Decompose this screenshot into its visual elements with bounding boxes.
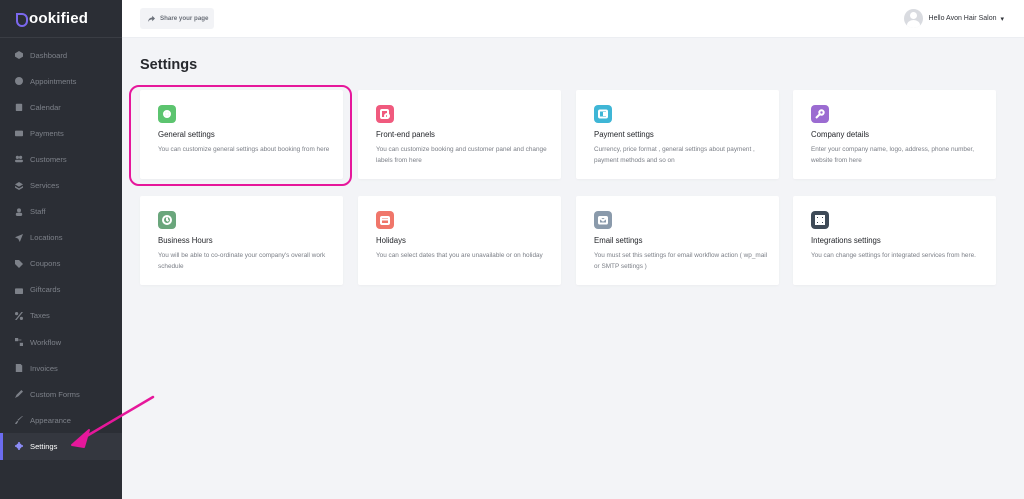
card-email-settings[interactable]: Email settings You must set this setting…	[576, 196, 779, 285]
user-icon	[15, 208, 23, 216]
sidebar-item-label: Giftcards	[30, 285, 61, 295]
sidebar-item-label: Appointments	[30, 76, 77, 86]
layers-icon	[15, 181, 23, 190]
mail-icon	[594, 211, 612, 229]
sidebar-item-appointments[interactable]: Appointments	[0, 68, 122, 94]
invoice-icon	[15, 364, 23, 373]
sidebar-item-settings[interactable]: Settings	[0, 433, 122, 460]
percent-icon	[15, 311, 23, 320]
sidebar-item-label: Payments	[30, 128, 64, 138]
card-business-hours[interactable]: Business Hours You will be able to co-or…	[140, 196, 343, 285]
location-arrow-icon	[15, 233, 23, 242]
sidebar: ookified Dashboard Appointments Calendar…	[0, 0, 122, 499]
card-description: Currency, price format , general setting…	[594, 146, 755, 164]
sidebar-item-workflow[interactable]: Workflow	[0, 329, 122, 355]
user-menu[interactable]: Hello Avon Hair Salon ▾	[903, 8, 1004, 29]
sidebar-item-label: Staff	[30, 207, 46, 217]
sidebar-item-label: Customers	[30, 154, 67, 164]
card-title: Email settings	[594, 236, 643, 245]
sidebar-item-label: Coupons	[30, 259, 61, 269]
card-description: You can change settings for integrated s…	[811, 252, 976, 259]
sidebar-item-appearance[interactable]: Appearance	[0, 407, 122, 433]
sidebar-item-label: Custom Forms	[30, 389, 80, 399]
sidebar-item-staff[interactable]: Staff	[0, 199, 122, 225]
card-title: Front-end panels	[376, 130, 435, 139]
users-icon	[15, 155, 23, 163]
chevron-down-icon: ▾	[1000, 15, 1004, 23]
page-title: Settings	[140, 57, 198, 73]
wallet-icon	[15, 129, 23, 137]
card-front-end-panels[interactable]: Front-end panels You can customize booki…	[358, 90, 561, 179]
sidebar-item-label: Services	[30, 181, 60, 191]
clock-icon	[158, 211, 176, 229]
calendar-icon	[15, 103, 23, 112]
sidebar-item-calendar[interactable]: Calendar	[0, 94, 122, 120]
sidebar-item-label: Dashboard	[30, 50, 68, 60]
sidebar-item-label: Workflow	[30, 337, 62, 347]
sidebar-item-label: Settings	[30, 441, 58, 451]
highlight-outline	[129, 85, 352, 186]
gear-icon	[15, 442, 23, 451]
brand-logo[interactable]: ookified	[0, 0, 122, 38]
card-title: Holidays	[376, 236, 406, 245]
card-description: You must set this settings for email wor…	[594, 252, 768, 270]
gift-icon	[15, 286, 23, 294]
wallet-icon	[594, 105, 612, 123]
sidebar-item-giftcards[interactable]: Giftcards	[0, 277, 122, 303]
sidebar-item-dashboard[interactable]: Dashboard	[0, 42, 122, 68]
card-integrations-settings[interactable]: Integrations settings You can change set…	[793, 196, 996, 285]
avatar	[903, 9, 923, 28]
sidebar-item-label: Invoices	[30, 363, 58, 373]
tag-icon	[15, 259, 23, 268]
sidebar-item-invoices[interactable]: Invoices	[0, 355, 122, 381]
card-description: You can select dates that you are unavai…	[376, 252, 543, 259]
card-description: You can customize booking and customer p…	[376, 146, 547, 164]
sidebar-item-label: Locations	[30, 233, 63, 243]
form-icon	[15, 390, 23, 399]
card-title: Integrations settings	[811, 236, 881, 245]
share-icon	[148, 15, 155, 22]
sidebar-item-payments[interactable]: Payments	[0, 120, 122, 146]
dashboard-icon	[15, 51, 23, 60]
user-greeting: Hello Avon Hair Salon	[928, 15, 997, 22]
calendar-icon	[376, 211, 394, 229]
sidebar-item-locations[interactable]: Locations	[0, 225, 122, 251]
sidebar-item-services[interactable]: Services	[0, 172, 122, 198]
sidebar-item-custom-forms[interactable]: Custom Forms	[0, 381, 122, 407]
sidebar-item-label: Appearance	[30, 415, 71, 425]
share-page-label: Share your page	[160, 15, 209, 22]
brush-icon	[15, 416, 23, 425]
card-holidays[interactable]: Holidays You can select dates that you a…	[358, 196, 561, 285]
top-bar: Share your page Hello Avon Hair Salon ▾	[122, 0, 1024, 38]
card-payment-settings[interactable]: Payment settings Currency, price format …	[576, 90, 779, 179]
sidebar-item-label: Calendar	[30, 102, 61, 112]
key-icon	[811, 105, 829, 123]
card-description: Enter your company name, logo, address, …	[811, 146, 975, 164]
logo-text: ookified	[29, 10, 89, 27]
card-title: Company details	[811, 130, 870, 139]
share-page-button[interactable]: Share your page	[140, 8, 214, 29]
sidebar-item-label: Taxes	[30, 311, 50, 321]
grid-icon	[811, 211, 829, 229]
card-company-details[interactable]: Company details Enter your company name,…	[793, 90, 996, 179]
clock-icon	[15, 77, 23, 86]
sidebar-item-customers[interactable]: Customers	[0, 146, 122, 172]
logo-mark-icon	[16, 12, 28, 27]
panel-icon	[376, 105, 394, 123]
sidebar-item-taxes[interactable]: Taxes	[0, 303, 122, 329]
workflow-icon	[15, 338, 23, 347]
sidebar-item-coupons[interactable]: Coupons	[0, 251, 122, 277]
card-description: You will be able to co-ordinate your com…	[158, 252, 326, 270]
card-title: Business Hours	[158, 236, 213, 245]
card-title: Payment settings	[594, 130, 654, 139]
sidebar-menu: Dashboard Appointments Calendar Payments…	[0, 38, 122, 460]
